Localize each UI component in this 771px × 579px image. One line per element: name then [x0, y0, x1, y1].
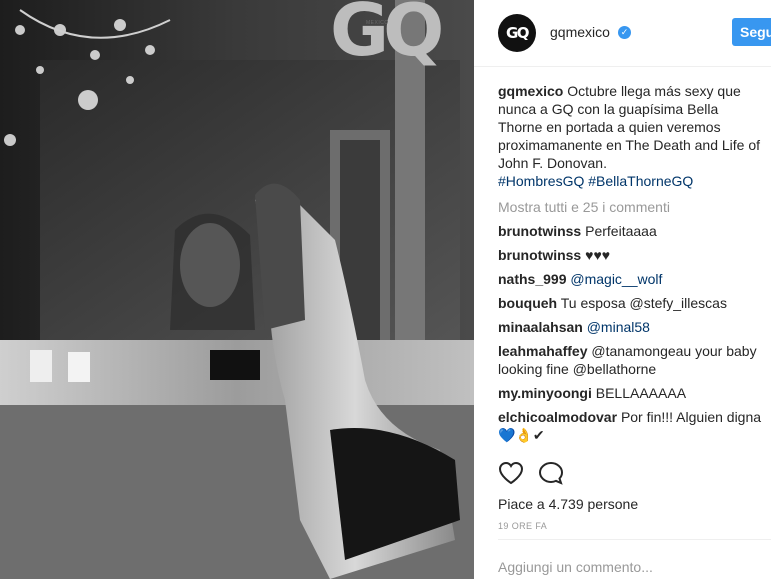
comment-username[interactable]: leahmahaffey [498, 343, 587, 359]
follow-button[interactable]: Segui [732, 18, 771, 46]
post-image [0, 0, 474, 579]
post-header: GQ gqmexico ✓ Segui [474, 0, 771, 67]
comment-username[interactable]: brunotwinss [498, 223, 581, 239]
comment-item: brunotwinss Perfeitaaaa [498, 222, 766, 240]
gq-logo: GQ [330, 0, 444, 72]
comment-bubble-icon[interactable] [538, 461, 564, 490]
comments-list: gqmexico Octubre llega más sexy que nunc… [498, 82, 766, 450]
comment-item: leahmahaffey @tanamongeau your baby look… [498, 342, 766, 378]
likes-count[interactable]: Piace a 4.739 persone [498, 496, 638, 512]
comment-item: brunotwinss ♥♥♥ [498, 246, 766, 264]
heart-icon[interactable] [498, 461, 524, 490]
post-photo[interactable]: GQ MEXICO [0, 0, 474, 579]
comment-text[interactable]: @minal58 [587, 319, 650, 335]
comment-item: minaalahsan @minal58 [498, 318, 766, 336]
comment-username[interactable]: naths_999 [498, 271, 566, 287]
comment-username[interactable]: my.minyoongi [498, 385, 592, 401]
view-all-comments-link[interactable]: Mostra tutti e 25 i commenti [498, 198, 766, 216]
comment-item: naths_999 @magic__wolf [498, 270, 766, 288]
comment-username[interactable]: elchicoalmodovar [498, 409, 617, 425]
post-side-panel: GQ gqmexico ✓ Segui gqmexico Octubre lle… [474, 0, 771, 579]
comment-text: BELLAAAAAA [595, 385, 687, 401]
caption: gqmexico Octubre llega más sexy que nunc… [498, 82, 766, 190]
caption-hashtags[interactable]: #HombresGQ #BellaThorneGQ [498, 173, 693, 189]
comment-item: elchicoalmodovar Por fin!!! Alguien dign… [498, 408, 766, 444]
comment-text[interactable]: @magic__wolf [570, 271, 662, 287]
comment-item: my.minyoongi BELLAAAAAA [498, 384, 766, 402]
comment-text: ♥♥♥ [585, 247, 611, 263]
verified-check-icon: ✓ [618, 26, 631, 39]
comment-username[interactable]: bouqueh [498, 295, 557, 311]
comment-text: Tu esposa @stefy_illescas [560, 295, 727, 311]
add-comment-input[interactable]: Aggiungi un commento... [498, 559, 653, 575]
caption-username[interactable]: gqmexico [498, 83, 563, 99]
comment-username[interactable]: brunotwinss [498, 247, 581, 263]
gq-logo-sub: MEXICO [366, 20, 389, 26]
post-timestamp[interactable]: 19 ORE FA [498, 521, 547, 531]
divider [498, 539, 771, 540]
comment-item: bouqueh Tu esposa @stefy_illescas [498, 294, 766, 312]
avatar[interactable]: GQ [498, 14, 536, 52]
header-username[interactable]: gqmexico [550, 24, 610, 40]
comment-text: Perfeitaaaa [585, 223, 657, 239]
comment-username[interactable]: minaalahsan [498, 319, 583, 335]
